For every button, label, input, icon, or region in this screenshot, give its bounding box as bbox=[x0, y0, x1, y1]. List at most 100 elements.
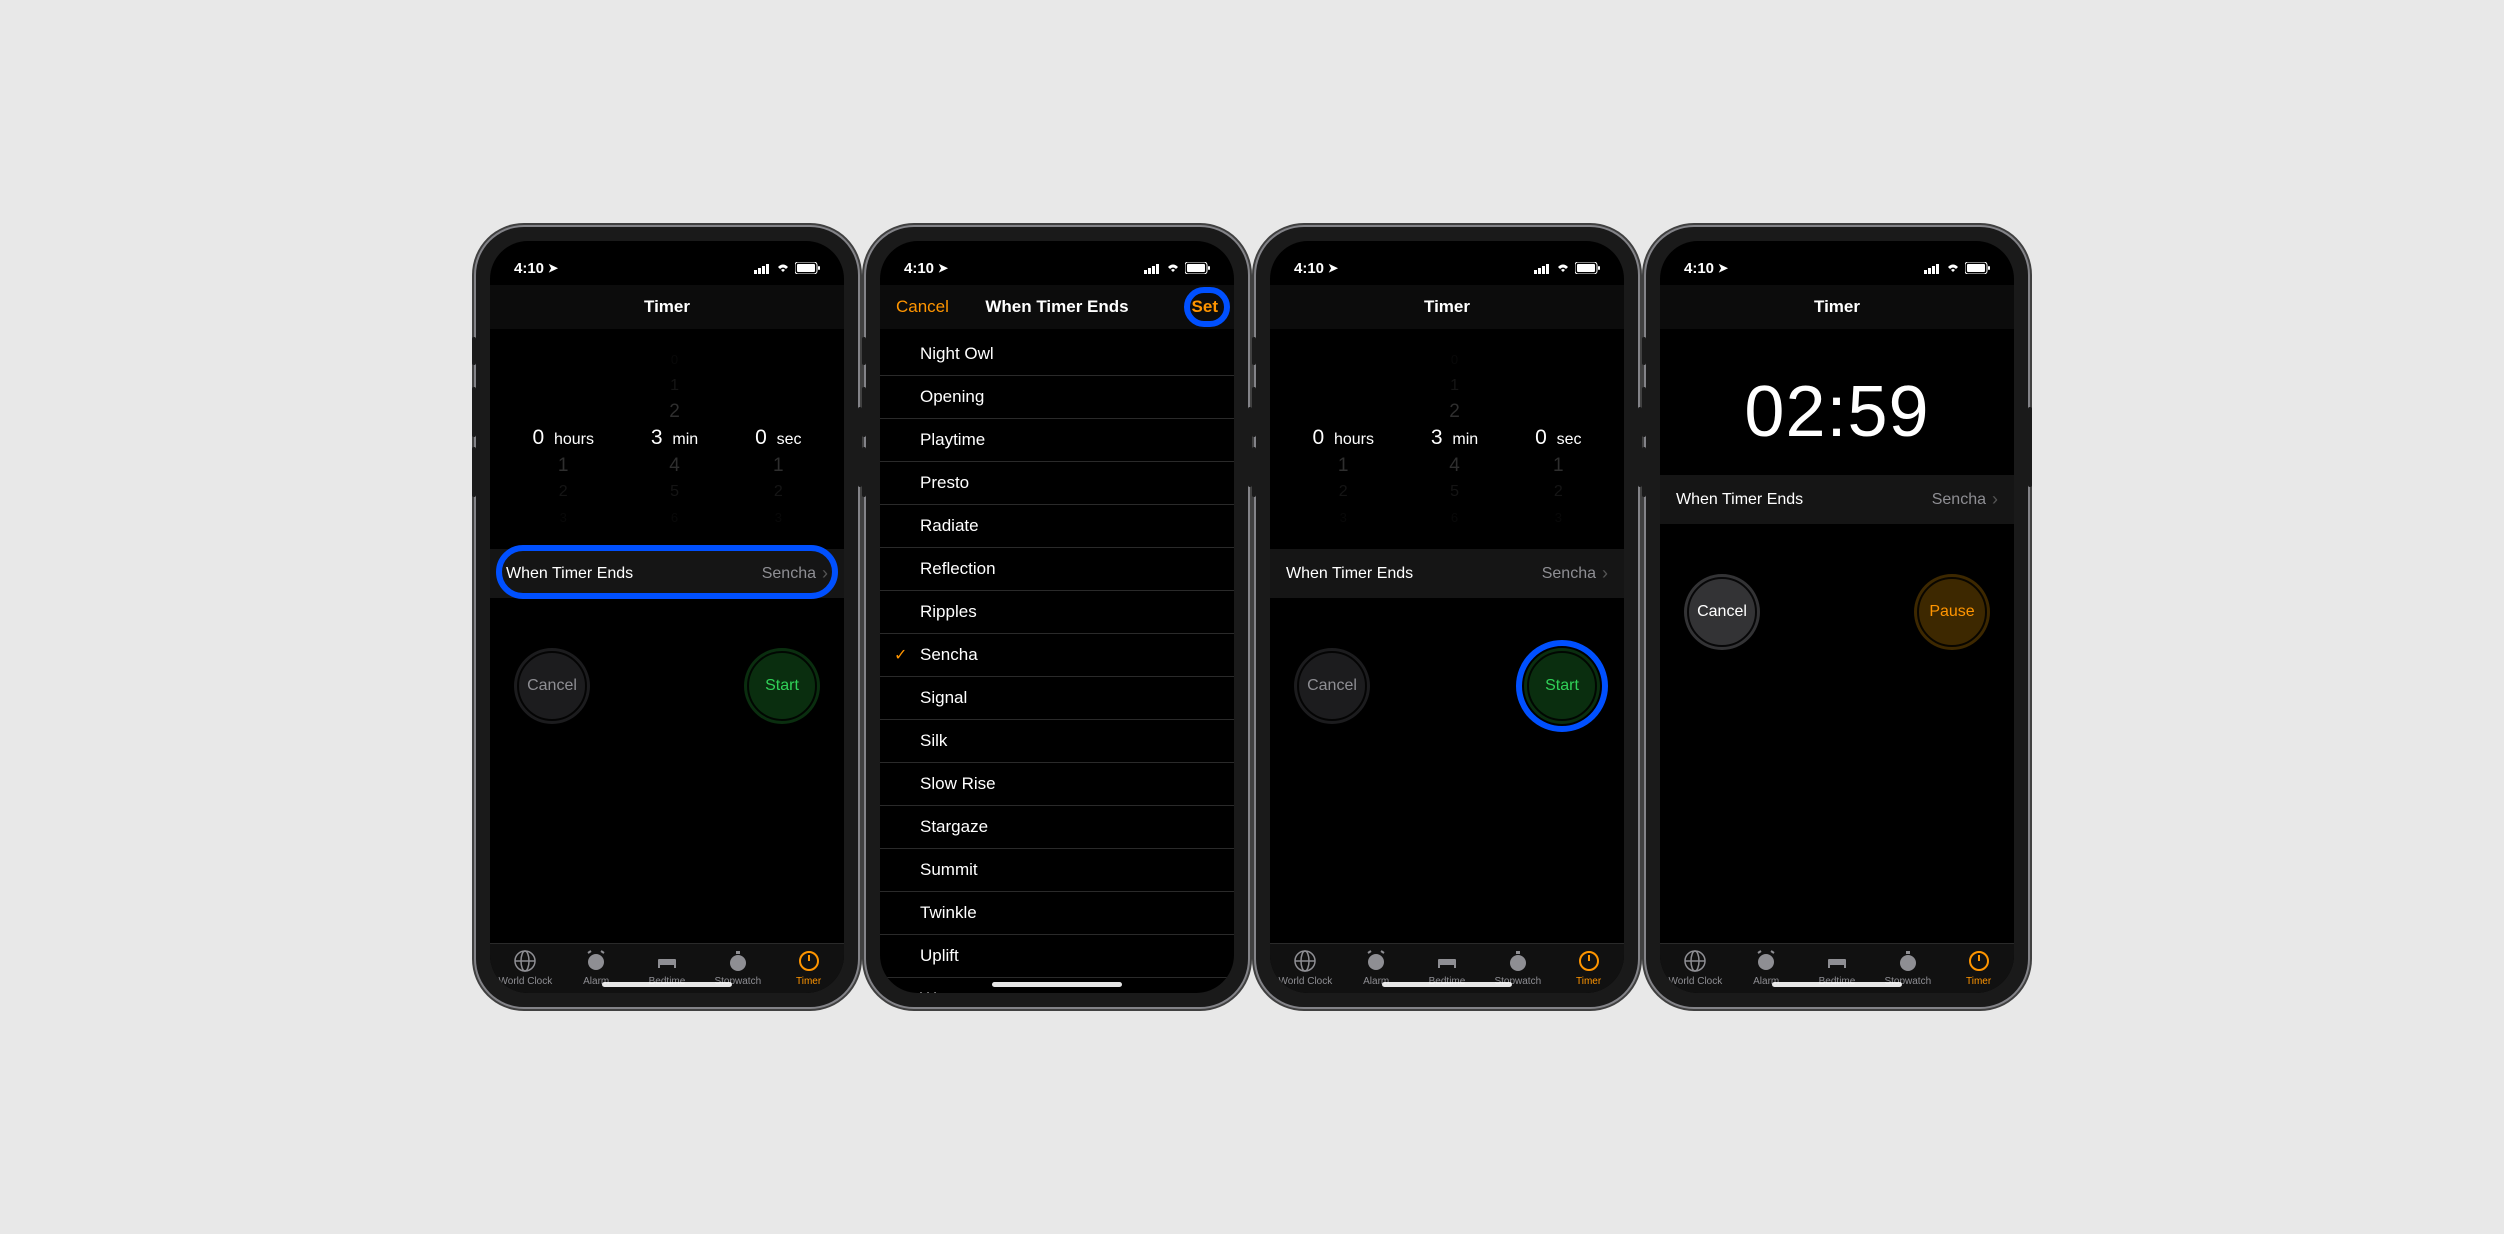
sound-option[interactable]: Presto bbox=[880, 462, 1234, 505]
sound-name: Ripples bbox=[920, 602, 977, 622]
start-button[interactable]: Start bbox=[744, 648, 820, 724]
timer-icon bbox=[1576, 948, 1602, 974]
sound-name: Silk bbox=[920, 731, 947, 751]
wifi-icon bbox=[775, 262, 791, 274]
navbar: Timer bbox=[1660, 285, 2014, 329]
bed-icon bbox=[654, 948, 680, 974]
start-button[interactable]: Start bbox=[1524, 648, 1600, 724]
battery-icon bbox=[1965, 262, 1990, 274]
when-timer-ends-value: Sencha bbox=[1932, 491, 1986, 509]
cancel-button[interactable]: Cancel bbox=[1684, 574, 1760, 650]
sound-option[interactable]: Silk bbox=[880, 720, 1234, 763]
status-time: 4:10 bbox=[1684, 260, 1714, 277]
sound-option[interactable]: Night Owl bbox=[880, 333, 1234, 376]
timer-icon bbox=[1966, 948, 1992, 974]
sound-name: Sencha bbox=[920, 645, 978, 665]
time-picker[interactable]: 0 hours123 0123 min456 0 sec123 bbox=[1270, 329, 1624, 549]
stopwatch-icon bbox=[725, 948, 751, 974]
home-indicator[interactable] bbox=[602, 982, 732, 987]
location-icon: ➤ bbox=[938, 261, 948, 275]
sound-name: Reflection bbox=[920, 559, 996, 579]
stopwatch-icon bbox=[1505, 948, 1531, 974]
wifi-icon bbox=[1165, 262, 1181, 274]
sound-name: Summit bbox=[920, 860, 978, 880]
bed-icon bbox=[1824, 948, 1850, 974]
sound-option[interactable]: Radiate bbox=[880, 505, 1234, 548]
sound-option[interactable]: Reflection bbox=[880, 548, 1234, 591]
sound-name: Night Owl bbox=[920, 344, 994, 364]
alarm-icon bbox=[1363, 948, 1389, 974]
globe-icon bbox=[1292, 948, 1318, 974]
stopwatch-icon bbox=[1895, 948, 1921, 974]
sound-list[interactable]: Night Owl Opening Playtime Presto Radiate Ref… bbox=[880, 329, 1234, 993]
sound-option[interactable]: Summit bbox=[880, 849, 1234, 892]
sound-option[interactable]: Opening bbox=[880, 376, 1234, 419]
checkmark-icon: ✓ bbox=[894, 645, 907, 665]
sound-option[interactable]: Stargaze bbox=[880, 806, 1234, 849]
pause-button[interactable]: Pause bbox=[1914, 574, 1990, 650]
signal-icon bbox=[1534, 263, 1551, 274]
bed-icon bbox=[1434, 948, 1460, 974]
when-timer-ends-row[interactable]: When Timer Ends Sencha › bbox=[1270, 549, 1624, 598]
sound-name: Radiate bbox=[920, 516, 979, 536]
cancel-button[interactable]: Cancel bbox=[896, 297, 949, 317]
when-timer-ends-label: When Timer Ends bbox=[506, 565, 633, 583]
status-time: 4:10 bbox=[514, 260, 544, 277]
tab-world-clock[interactable]: World Clock bbox=[1660, 948, 1731, 987]
globe-icon bbox=[512, 948, 538, 974]
alarm-icon bbox=[1753, 948, 1779, 974]
when-timer-ends-row[interactable]: When Timer Ends Sencha› bbox=[1660, 475, 2014, 524]
home-indicator[interactable] bbox=[1772, 982, 1902, 987]
when-timer-ends-row[interactable]: When Timer Ends Sencha › bbox=[490, 549, 844, 598]
location-icon: ➤ bbox=[1718, 261, 1728, 275]
tab-timer[interactable]: Timer bbox=[1943, 948, 2014, 987]
sound-name: Signal bbox=[920, 688, 967, 708]
page-title: Timer bbox=[644, 297, 690, 317]
sound-name: Playtime bbox=[920, 430, 985, 450]
page-title: Timer bbox=[1424, 297, 1470, 317]
tab-world-clock[interactable]: World Clock bbox=[1270, 948, 1341, 987]
timer-icon bbox=[796, 948, 822, 974]
sound-name: Waves bbox=[920, 989, 971, 993]
sound-option[interactable]: Signal bbox=[880, 677, 1234, 720]
status-time: 4:10 bbox=[904, 260, 934, 277]
sound-option[interactable]: Uplift bbox=[880, 935, 1234, 978]
phone-frame-4: 4:10➤ Timer 02:59 When Timer Ends Sencha… bbox=[1646, 227, 2028, 1007]
when-timer-ends-value: Sencha bbox=[762, 565, 816, 583]
phone-frame-1: 4:10 ➤ Timer 0 hours123 0123 min456 0 sec… bbox=[476, 227, 858, 1007]
when-timer-ends-label: When Timer Ends bbox=[1286, 565, 1413, 583]
cancel-button[interactable]: Cancel bbox=[514, 648, 590, 724]
sound-option[interactable]: Playtime bbox=[880, 419, 1234, 462]
page-title: When Timer Ends bbox=[985, 297, 1128, 317]
sound-name: Uplift bbox=[920, 946, 959, 966]
status-time: 4:10 bbox=[1294, 260, 1324, 277]
when-timer-ends-value: Sencha bbox=[1542, 565, 1596, 583]
chevron-right-icon: › bbox=[1602, 563, 1608, 584]
location-icon: ➤ bbox=[1328, 261, 1338, 275]
time-picker[interactable]: 0 hours123 0123 min456 0 sec123 bbox=[490, 329, 844, 549]
sound-option[interactable]: Slow Rise bbox=[880, 763, 1234, 806]
wifi-icon bbox=[1945, 262, 1961, 274]
navbar: Timer bbox=[1270, 285, 1624, 329]
cancel-button[interactable]: Cancel bbox=[1294, 648, 1370, 724]
sound-name: Presto bbox=[920, 473, 969, 493]
home-indicator[interactable] bbox=[992, 982, 1122, 987]
tab-timer[interactable]: Timer bbox=[1553, 948, 1624, 987]
sound-option[interactable]: ✓ Sencha bbox=[880, 634, 1234, 677]
navbar: Cancel When Timer Ends Set bbox=[880, 285, 1234, 329]
page-title: Timer bbox=[1814, 297, 1860, 317]
set-button[interactable]: Set bbox=[1192, 297, 1218, 317]
battery-icon bbox=[1185, 262, 1210, 274]
home-indicator[interactable] bbox=[1382, 982, 1512, 987]
sound-name: Twinkle bbox=[920, 903, 977, 923]
sound-name: Slow Rise bbox=[920, 774, 996, 794]
sound-option[interactable]: Twinkle bbox=[880, 892, 1234, 935]
tab-timer[interactable]: Timer bbox=[773, 948, 844, 987]
navbar: Timer bbox=[490, 285, 844, 329]
tab-world-clock[interactable]: World Clock bbox=[490, 948, 561, 987]
sound-option[interactable]: Ripples bbox=[880, 591, 1234, 634]
signal-icon bbox=[754, 263, 771, 274]
location-icon: ➤ bbox=[548, 261, 558, 275]
chevron-right-icon: › bbox=[822, 563, 828, 584]
when-timer-ends-label: When Timer Ends bbox=[1676, 491, 1803, 509]
